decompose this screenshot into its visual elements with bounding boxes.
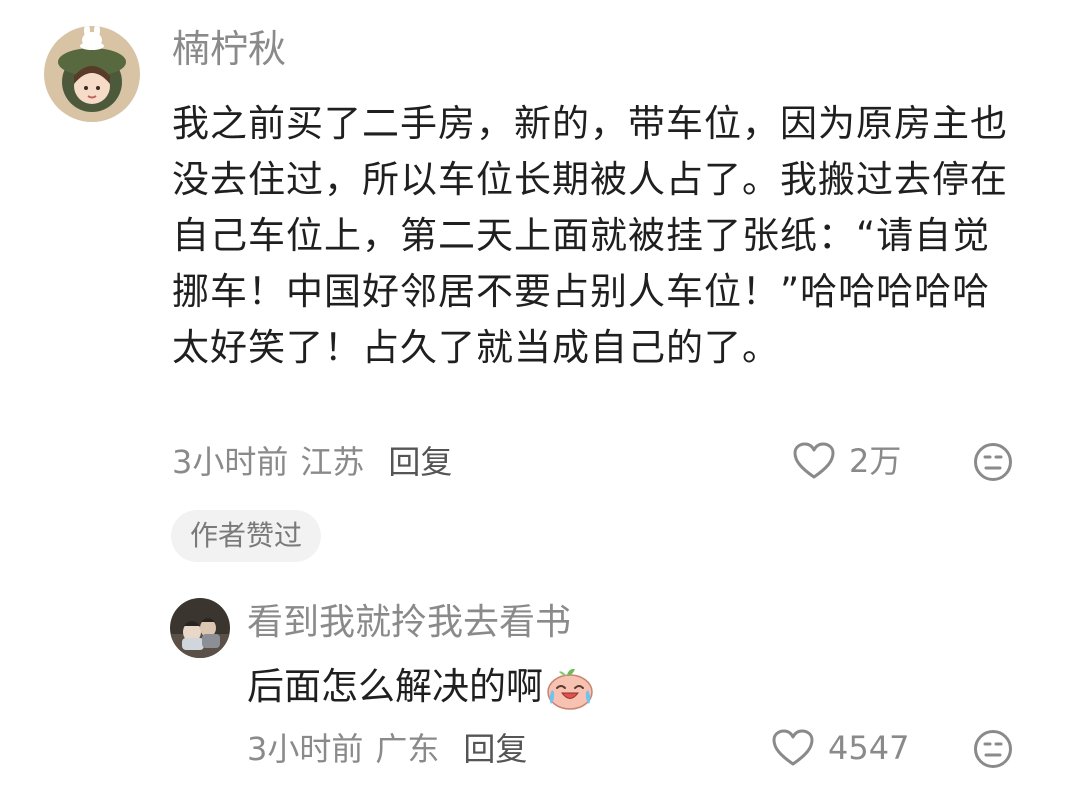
meh-face-icon <box>974 730 1012 768</box>
reply-button[interactable]: 回复 <box>388 442 452 482</box>
dislike-button[interactable] <box>973 729 1013 769</box>
comment-username[interactable]: 楠柠秋 <box>172 27 286 71</box>
author-liked-badge: 作者赞过 <box>171 510 322 562</box>
reply-avatar[interactable] <box>170 598 230 658</box>
comment-location: 江苏 <box>300 443 365 481</box>
reply-meta: 3小时前 广东 回复 <box>247 729 527 769</box>
like-count: 4547 <box>828 729 910 767</box>
meh-face-icon <box>974 443 1012 481</box>
avatar[interactable] <box>44 26 140 122</box>
avatar-image <box>44 26 140 122</box>
reply-button[interactable]: 回复 <box>463 729 527 769</box>
like-count: 2万 <box>849 442 902 480</box>
like-button[interactable]: 2万 <box>793 441 901 481</box>
comment-thread: 楠柠秋 我之前买了二手房，新的，带车位，因为原房主也没去住过，所以车位长期被人占… <box>0 0 1078 809</box>
reply-text: 后面怎么解决的啊 <box>247 665 543 708</box>
crying-laughing-emoji <box>547 668 593 710</box>
dislike-button[interactable] <box>973 442 1013 482</box>
reply-time: 3小时前 <box>247 730 364 768</box>
reply-location: 广东 <box>375 730 440 768</box>
heart-icon <box>793 442 835 479</box>
comment-time: 3小时前 <box>172 443 289 481</box>
avatar-image <box>170 598 230 658</box>
heart-icon <box>772 729 814 766</box>
reply-username[interactable]: 看到我就拎我去看书 <box>247 602 571 644</box>
like-button[interactable]: 4547 <box>772 728 909 768</box>
reply-text-row: 后面怎么解决的啊 <box>247 661 595 713</box>
comment-text: 我之前买了二手房，新的，带车位，因为原房主也没去住过，所以车位长期被人占了。我搬… <box>172 102 1008 369</box>
comment-meta: 3小时前 江苏 回复 <box>172 442 452 482</box>
